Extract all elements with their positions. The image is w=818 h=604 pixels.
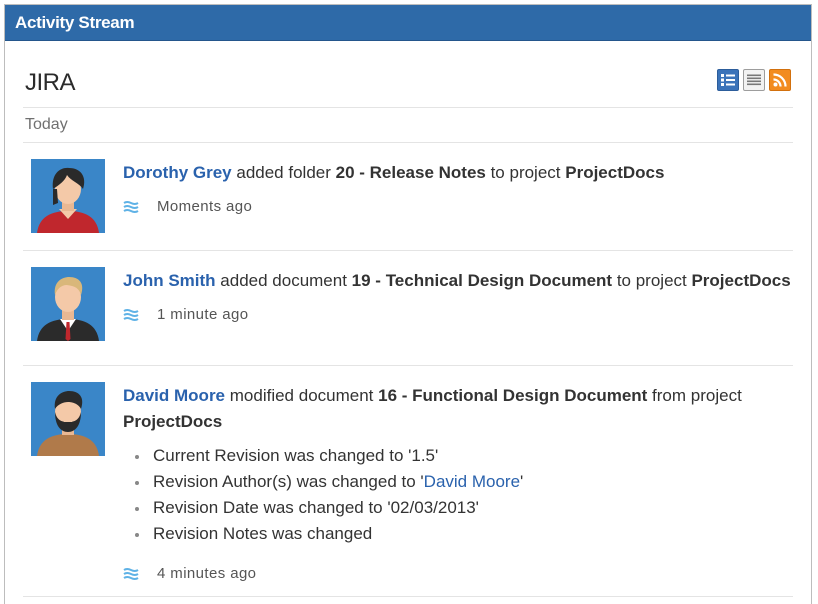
app-title: JIRA	[25, 69, 76, 96]
change-item: Revision Author(s) was changed to 'David…	[133, 469, 793, 495]
entry-project[interactable]: ProjectDocs	[691, 271, 790, 290]
stream-icon	[123, 308, 139, 322]
change-text: Revision Notes was changed	[153, 524, 373, 543]
entry-verb: modified document	[225, 386, 379, 405]
entry-connector: to project	[485, 163, 566, 182]
change-text: Current Revision was changed to '1.5'	[153, 446, 439, 465]
entry-object[interactable]: 19 - Technical Design Document	[352, 271, 612, 290]
activity-entry: David Moore modified document 16 - Funct…	[23, 366, 793, 597]
change-list: Current Revision was changed to '1.5' Re…	[133, 443, 793, 547]
entry-timestamp[interactable]: Moments ago	[157, 194, 252, 220]
entry-meta: 1 minute ago	[123, 302, 793, 328]
gadget-content: JIRA Today Dorothy Grey added folder 20 …	[5, 41, 811, 597]
actor-link[interactable]: Dorothy Grey	[123, 163, 232, 182]
female-dark-hair-avatar[interactable]	[31, 159, 105, 233]
change-text: Revision Date was changed to '02/03/2013…	[153, 498, 479, 517]
activity-entry: Dorothy Grey added folder 20 - Release N…	[23, 143, 793, 251]
entry-meta: 4 minutes ago	[123, 561, 793, 587]
entry-verb: added document	[215, 271, 352, 290]
entry-summary: Dorothy Grey added folder 20 - Release N…	[123, 160, 793, 186]
user-link[interactable]: David Moore	[424, 472, 520, 491]
change-item: Current Revision was changed to '1.5'	[133, 443, 793, 469]
activity-stream-gadget: Activity Stream JIRA Today Dorothy Grey …	[4, 4, 812, 604]
change-item: Revision Notes was changed	[133, 521, 793, 547]
entry-summary: John Smith added document 19 - Technical…	[123, 268, 793, 294]
male-bearded-avatar[interactable]	[31, 382, 105, 456]
rss-feed-icon[interactable]	[769, 69, 791, 91]
stream-icon	[123, 567, 139, 581]
stream-icon	[123, 200, 139, 214]
entry-object[interactable]: 20 - Release Notes	[336, 163, 486, 182]
entry-verb: added folder	[231, 163, 336, 182]
change-item: Revision Date was changed to '02/03/2013…	[133, 495, 793, 521]
entry-summary: David Moore modified document 16 - Funct…	[123, 383, 793, 435]
list-view-icon[interactable]	[743, 69, 765, 91]
full-view-icon[interactable]	[717, 69, 739, 91]
entry-connector: to project	[612, 271, 692, 290]
change-text: Revision Author(s) was changed to '	[153, 472, 424, 491]
activity-entry: John Smith added document 19 - Technical…	[23, 251, 793, 366]
entry-object[interactable]: 16 - Functional Design Document	[378, 386, 647, 405]
change-text: '	[520, 472, 524, 491]
entry-body: Dorothy Grey added folder 20 - Release N…	[123, 143, 793, 220]
male-blond-suit-avatar[interactable]	[31, 267, 105, 341]
entry-timestamp[interactable]: 4 minutes ago	[157, 561, 256, 587]
actor-link[interactable]: John Smith	[123, 271, 216, 290]
entry-meta: Moments ago	[123, 194, 793, 220]
gadget-title[interactable]: Activity Stream	[5, 5, 811, 41]
entry-project[interactable]: ProjectDocs	[565, 163, 664, 182]
entry-timestamp[interactable]: 1 minute ago	[157, 302, 249, 328]
date-group-label: Today	[23, 108, 793, 143]
entry-body: David Moore modified document 16 - Funct…	[123, 366, 793, 587]
stream-header: JIRA	[23, 41, 793, 108]
view-toggle-group	[717, 69, 791, 91]
entry-project[interactable]: ProjectDocs	[123, 412, 222, 431]
entry-body: John Smith added document 19 - Technical…	[123, 251, 793, 328]
entry-connector: from project	[647, 386, 742, 405]
actor-link[interactable]: David Moore	[123, 386, 225, 405]
